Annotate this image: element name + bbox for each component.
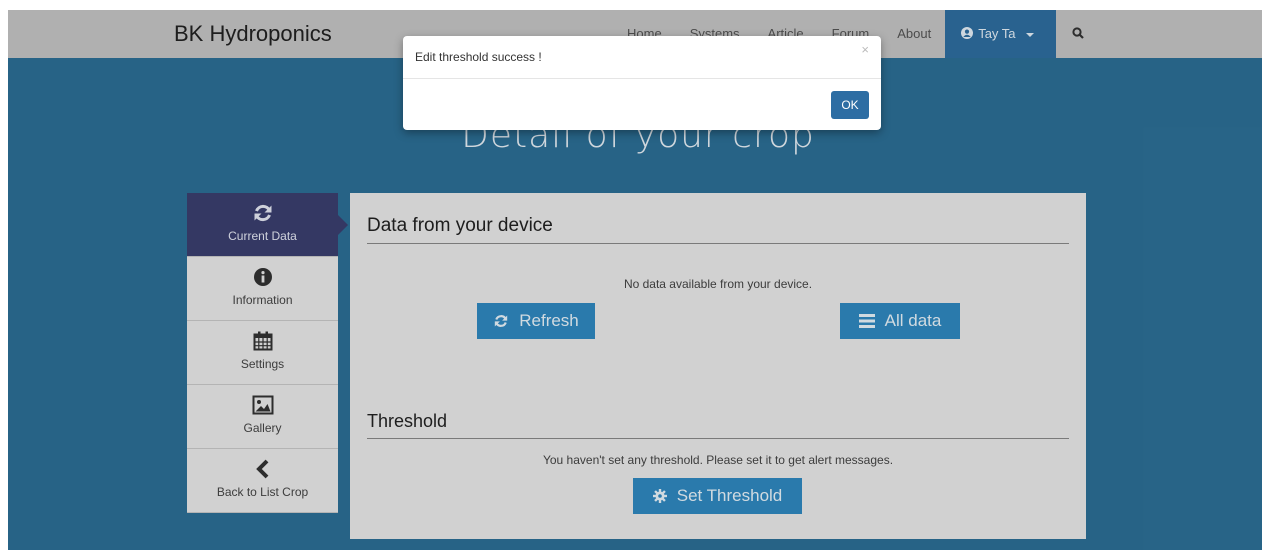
ok-button[interactable]: OK	[831, 91, 869, 119]
success-modal: Edit threshold success ! × OK	[403, 36, 881, 130]
modal-title: Edit threshold success !	[415, 50, 542, 64]
modal-header: Edit threshold success ! ×	[403, 36, 881, 79]
close-icon[interactable]: ×	[861, 42, 869, 57]
